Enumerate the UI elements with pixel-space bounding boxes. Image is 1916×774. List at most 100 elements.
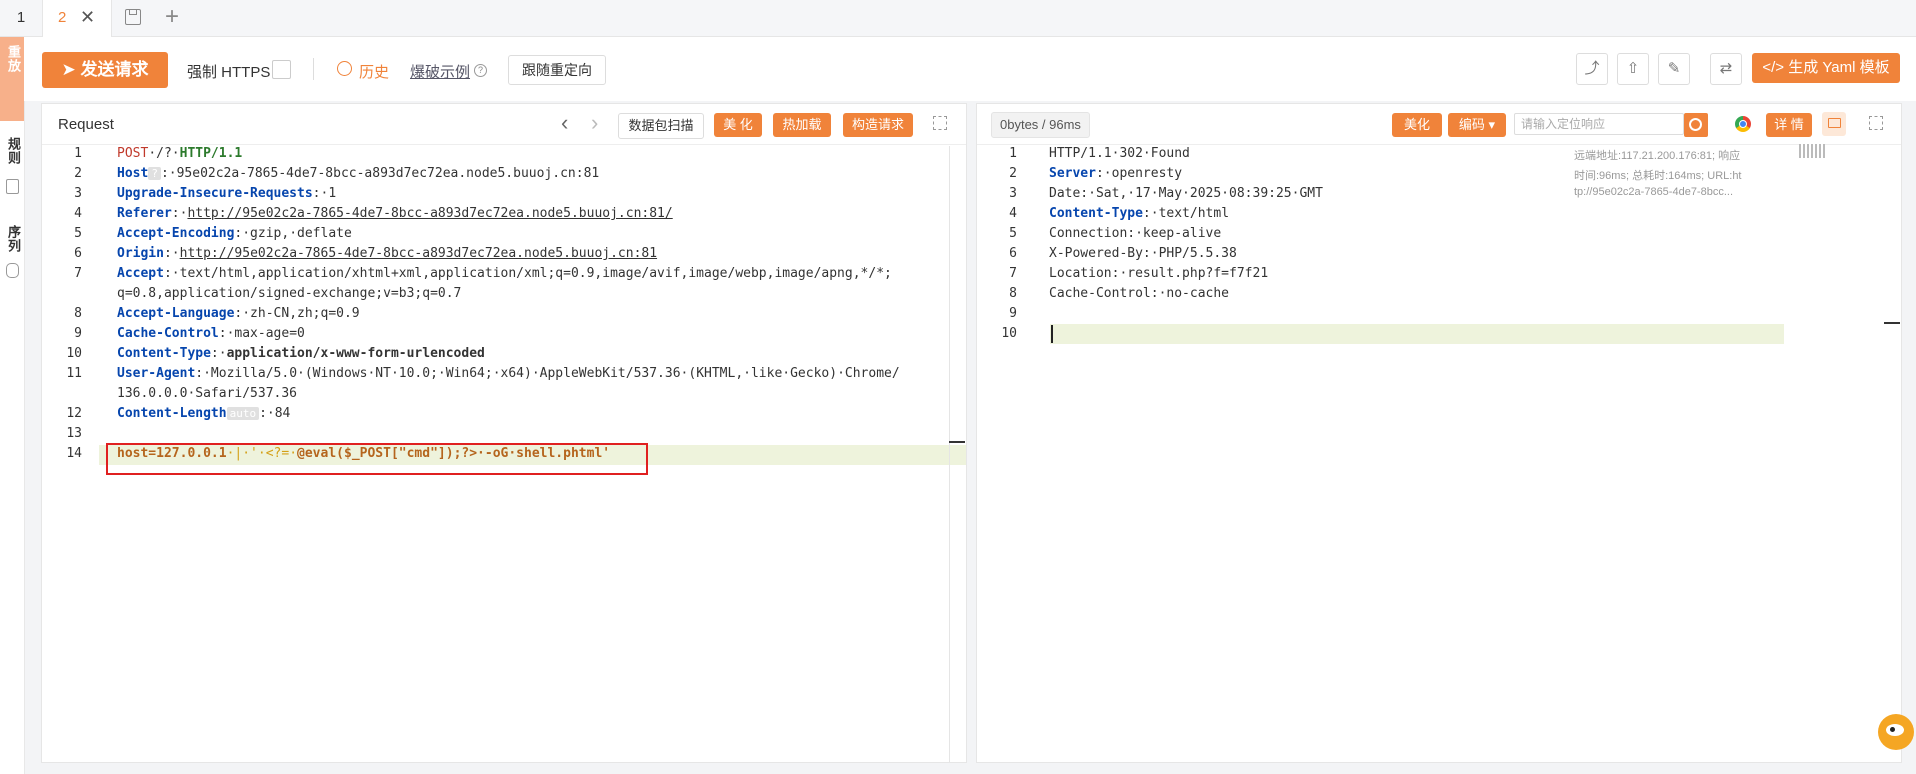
code-line: Date:·Sat,·17·May·2025·08:39:25·GMT [1049,186,1323,201]
locate-search-input[interactable]: 请输入定位响应 [1514,113,1684,135]
code-token: Origin [117,246,164,261]
response-meta-line1: 远端地址:117.21.200.176:81; 响应 [1574,150,1741,162]
tab-2[interactable]: 2 ✕ [42,0,112,37]
line-number: 1 [1009,146,1017,161]
code-token: :· [210,346,227,361]
expand-icon[interactable] [933,116,947,130]
brute-example-link[interactable]: 爆破示例 [410,61,470,82]
swap-icon[interactable]: ⇄ [1710,53,1742,85]
code-token: ·/?· [148,146,180,161]
history-link[interactable]: 历史 [359,61,389,82]
left-sidebar: 重放 规则 序列 [0,37,25,774]
search-icon[interactable] [1684,113,1708,137]
build-request-button[interactable]: 构造请求 [843,113,913,137]
clipboard-icon [6,179,19,194]
code-token: Server [1049,166,1096,181]
share-icon[interactable]: ⤴ [1576,53,1608,85]
line-number: 4 [74,206,82,221]
code-line: Content-Type:·text/html [1049,206,1229,221]
add-tab-icon[interactable]: + [165,3,179,31]
history-icon[interactable] [337,61,352,76]
scroll-marker [949,441,965,443]
code-line: Referer:·http://95e02c2a-7865-4de7-8bcc-… [117,206,673,221]
response-active-line [1050,324,1784,344]
sidebar-item-sequence[interactable]: 序列 [4,225,23,253]
code-line: Location:·result.php?f=f7f21 [1049,266,1268,281]
force-https-label: 强制 HTTPS [187,64,271,81]
code-line: HTTP/1.1·302·Found [1049,146,1190,161]
code-token: :·84 [259,406,291,421]
tab-1[interactable]: 1 [0,0,42,36]
response-stats: 0bytes / 96ms [991,112,1090,138]
comment-icon[interactable] [1822,112,1846,136]
tab-bar: 1 2 ✕ + [0,0,1916,37]
toolbar-divider [313,58,314,80]
code-token: :·95e02c2a-7865-4de7-8bcc-a893d7ec72ea.n… [160,166,600,181]
response-panel: 0bytes / 96ms 美化 编码 ▾ 请输入定位响应 详 情 远端地址:1… [976,103,1902,763]
code-token: :·zh-CN,zh;q=0.9 [234,306,360,321]
code-token: :· [171,206,188,221]
line-number: 13 [66,426,82,441]
code-line: Cache-Control:·max-age=0 [117,326,305,341]
code-line: Host?:·95e02c2a-7865-4de7-8bcc-a893d7ec7… [117,166,599,181]
code-token: X-Powered-By:·PHP/5.5.38 [1049,246,1237,261]
code-token: Location:·result.php?f=f7f21 [1049,266,1269,281]
sidebar-item-replay-label: 重放 [6,45,21,73]
save-icon[interactable] [125,9,141,25]
response-scroll-marker [1884,322,1900,324]
sidebar-item-replay[interactable]: 重放 [0,37,24,121]
code-token: Content-Type [117,346,211,361]
code-token: :·text/html,application/xhtml+xml,applic… [163,266,892,281]
line-number: 10 [66,346,82,361]
code-line: Content-Type:·application/x-www-form-url… [117,346,485,361]
code-line: Server:·openresty [1049,166,1182,181]
follow-redirect-button[interactable]: 跟随重定向 [508,55,606,85]
generate-yaml-button[interactable]: </> 生成 Yaml 模板 [1752,53,1900,83]
encode-dropdown[interactable]: 编码 ▾ [1448,113,1506,137]
send-label: 发送请求 [80,60,149,79]
mascot-icon[interactable] [1878,714,1914,750]
line-number: 14 [66,446,82,461]
code-token: Accept-Language [117,306,235,321]
line-number: 6 [74,246,82,261]
code-token: HTTP/1.1·302·Found [1049,146,1190,161]
request-panel: Request ‹ › 数据包扫描 美 化 热加载 构造请求 1 POST·/?·… [41,103,967,763]
code-token: Connection:·keep-alive [1049,226,1222,241]
send-request-button[interactable]: ➤ 发送请求 [42,52,168,88]
force-https-checkbox[interactable] [272,60,291,79]
hotload-button[interactable]: 热加载 [773,113,831,137]
chevron-right-icon[interactable]: › [591,110,598,136]
code-line: Origin:·http://95e02c2a-7865-4de7-8bcc-a… [117,246,657,261]
code-token: Cache-Control:·no-cache [1049,286,1230,301]
text-cursor [1051,325,1053,343]
chevron-left-icon[interactable]: ‹ [561,110,568,136]
packet-scan-button[interactable]: 数据包扫描 [618,113,704,139]
detail-button[interactable]: 详 情 [1766,113,1812,137]
code-token: :·text/html [1142,206,1230,221]
edit-icon[interactable]: ✎ [1658,53,1690,85]
code-token: http://95e02c2a-7865-4de7-8bcc-a893d7ec7… [187,206,673,221]
line-number: 12 [66,406,82,421]
code-token: Accept-Encoding [117,226,235,241]
code-token: POST [117,146,149,161]
response-header: 0bytes / 96ms 美化 编码 ▾ 请输入定位响应 详 情 [977,104,1901,145]
sidebar-item-rules[interactable]: 规则 [4,137,23,165]
code-token: :·max-age=0 [218,326,305,341]
code-line: Accept:·text/html,application/xhtml+xml,… [117,266,892,281]
request-title: Request [58,116,114,133]
export-icon[interactable]: ⇧ [1617,53,1649,85]
code-line: Accept-Encoding:·gzip,·deflate [117,226,352,241]
request-header: Request ‹ › 数据包扫描 美 化 热加载 构造请求 [42,104,966,145]
response-beautify-button[interactable]: 美化 [1392,113,1442,137]
editor-scrollbar[interactable] [949,146,950,762]
line-number: 9 [74,326,82,341]
help-icon[interactable]: ? [474,64,487,77]
line-number: 3 [1009,186,1017,201]
chrome-icon[interactable] [1735,116,1751,132]
expand-response-icon[interactable] [1869,116,1883,130]
code-token: HTTP/1.1 [179,146,243,161]
code-token: User-Agent [117,366,196,381]
close-tab-icon[interactable]: ✕ [80,7,95,28]
code-line: Connection:·keep-alive [1049,226,1221,241]
beautify-button[interactable]: 美 化 [714,113,762,137]
